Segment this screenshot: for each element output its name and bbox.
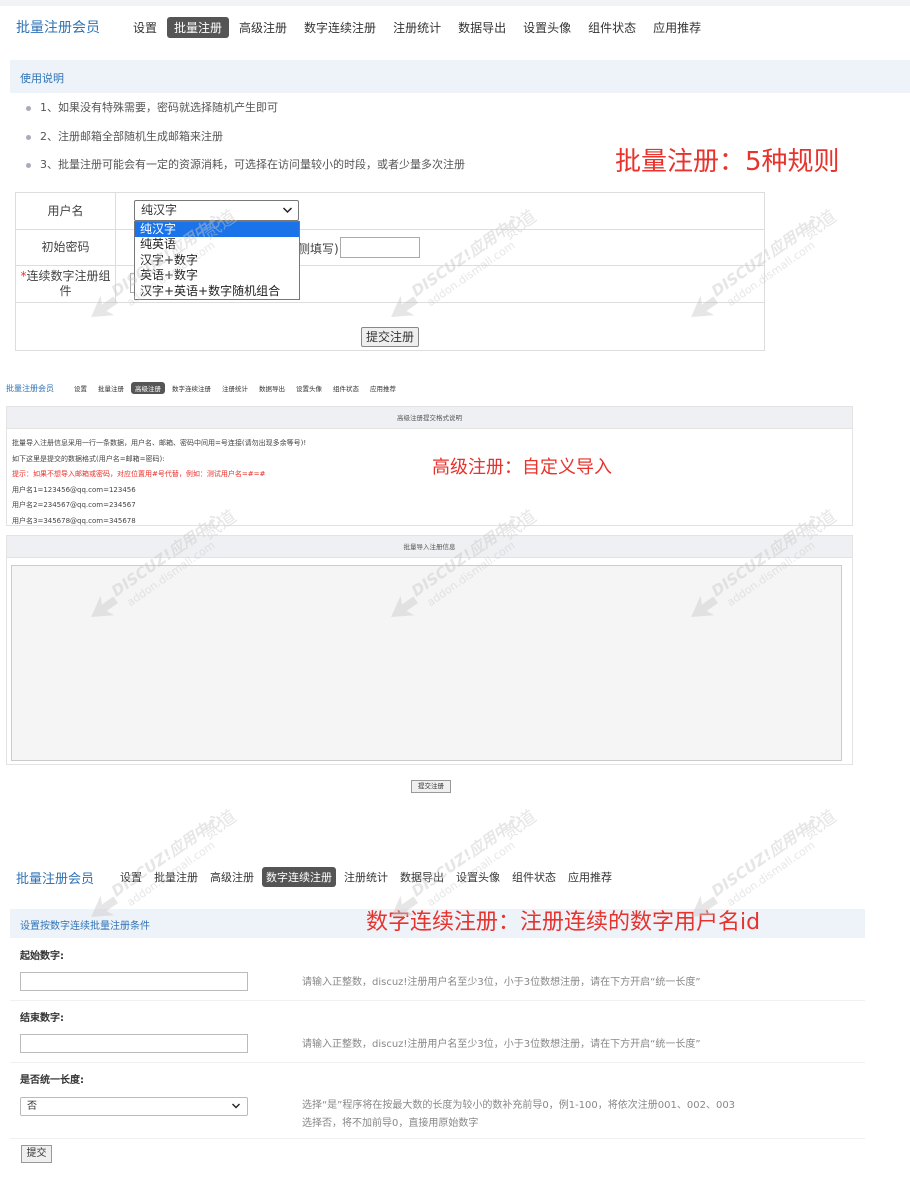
format-panel-title: 高级注册提交格式说明 — [7, 407, 852, 429]
svg-text:addon.dismall.com: addon.dismall.com — [725, 839, 818, 909]
format-line: 如下这里是提交的数据格式(用户名=邮箱=密码): — [12, 454, 165, 463]
sequence-label: *连续数字注册组件 — [16, 266, 116, 302]
tab-batch-register[interactable]: 批量注册 — [150, 867, 202, 887]
option-pure-chinese[interactable]: 纯汉字 — [135, 222, 299, 238]
end-number-label: 结束数字: — [20, 1013, 64, 1024]
sequence-label-text: 连续数字注册组件 — [26, 269, 111, 298]
watermark-logo: DISCUZ!应用中心 addon.dismall.com 贰道 — [60, 800, 250, 920]
divider — [10, 1062, 865, 1063]
nav-bar: 批量注册会员 设置 批量注册 高级注册 数字连续注册 注册统计 数据导出 设置头… — [16, 15, 711, 39]
svg-text:贰道: 贰道 — [799, 806, 841, 844]
watermark-logo: DISCUZ!应用中心 addon.dismall.com 贰道 — [660, 800, 850, 920]
tab-settings[interactable]: 设置 — [116, 867, 146, 887]
tab-data-export[interactable]: 数据导出 — [396, 867, 448, 887]
tab-advanced-register[interactable]: 高级注册 — [232, 17, 294, 38]
example-line: 用户名1=123456@qq.com=123456 — [12, 485, 136, 494]
format-description: 批量导入注册信息采用一行一条数据，用户名、邮箱、密码中间用=号连接(请勿出现多余… — [12, 436, 306, 529]
caption-sequential: 数字连续注册：注册连续的数字用户名id — [366, 910, 761, 935]
sequence-row: *连续数字注册组件 — [16, 266, 764, 303]
username-type-select[interactable]: 纯汉字 — [134, 200, 299, 221]
tab-set-avatar[interactable]: 设置头像 — [452, 867, 504, 887]
option-chinese-digits[interactable]: 汉字+数字 — [135, 253, 299, 268]
tab-data-export[interactable]: 数据导出 — [255, 382, 289, 394]
password-label: 初始密码 — [16, 230, 116, 265]
tab-settings[interactable]: 设置 — [126, 17, 164, 38]
uniform-length-hint: 选择“是”程序将在按最大数的长度为较小的数补充前导0，例1-100，将依次注册0… — [302, 1100, 736, 1111]
svg-text:贰道: 贰道 — [199, 806, 241, 844]
tab-component-status[interactable]: 组件状态 — [508, 867, 560, 887]
submit-import-button[interactable]: 提交注册 — [411, 780, 451, 793]
tab-component-status[interactable]: 组件状态 — [329, 382, 363, 394]
top-strip — [0, 0, 910, 6]
tab-app-recommend[interactable]: 应用推荐 — [366, 382, 400, 394]
tab-advanced-register[interactable]: 高级注册 — [206, 867, 258, 887]
tab-component-status[interactable]: 组件状态 — [581, 17, 643, 38]
list-item: 1、如果没有特殊需要，密码就选择随机产生即可 — [26, 100, 465, 129]
usage-tips: 1、如果没有特殊需要，密码就选择随机产生即可 2、注册邮箱全部随机生成邮箱来注册… — [26, 100, 465, 186]
submit-button[interactable]: 提交 — [21, 1145, 52, 1163]
end-number-input[interactable] — [20, 1034, 248, 1053]
tab-set-avatar[interactable]: 设置头像 — [516, 17, 578, 38]
divider — [10, 1000, 865, 1001]
example-line: 用户名2=234567@qq.com=234567 — [12, 501, 136, 509]
uniform-length-hint-2: 选择否，将不加前导0，直接用原始数字 — [302, 1118, 479, 1129]
tab-register-stats[interactable]: 注册统计 — [340, 867, 392, 887]
caption-batch-rules: 批量注册：5种规则 — [615, 147, 840, 177]
tab-settings[interactable]: 设置 — [70, 382, 91, 394]
brand-title: 批量注册会员 — [6, 383, 54, 393]
tab-sequential-register[interactable]: 数字连续注册 — [168, 382, 215, 394]
nav-bar: 批量注册会员 设置 批量注册 高级注册 数字连续注册 注册统计 数据导出 设置头… — [16, 867, 620, 887]
password-hint: 侧填写) — [298, 242, 339, 256]
tab-advanced-register[interactable]: 高级注册 — [131, 382, 165, 394]
tab-app-recommend[interactable]: 应用推荐 — [564, 867, 616, 887]
list-item: 3、批量注册可能会有一定的资源消耗，可选择在访问量较小的时段，或者少量多次注册 — [26, 157, 465, 186]
svg-text:贰道: 贰道 — [499, 806, 541, 844]
caption-advanced-import: 高级注册：自定义导入 — [432, 457, 612, 478]
condition-title: 设置按数字连续批量注册条件 — [20, 921, 150, 932]
option-mixed-random[interactable]: 汉字+英语+数字随机组合 — [135, 284, 299, 299]
tab-set-avatar[interactable]: 设置头像 — [292, 382, 326, 394]
username-row: 用户名 — [16, 193, 764, 230]
import-panel-title: 批量导入注册信息 — [7, 536, 852, 558]
submit-register-button[interactable]: 提交注册 — [361, 327, 419, 347]
tab-sequential-register[interactable]: 数字连续注册 — [297, 17, 383, 38]
import-textarea[interactable] — [11, 565, 842, 761]
svg-text:贰道: 贰道 — [799, 206, 841, 244]
tab-batch-register[interactable]: 批量注册 — [167, 16, 230, 38]
brand-title: 批量注册会员 — [16, 20, 100, 36]
password-input[interactable] — [340, 237, 420, 258]
divider — [10, 1138, 865, 1139]
end-number-hint: 请输入正整数，discuz!注册用户名至少3位，小于3位数想注册，请在下方开启“… — [302, 1039, 701, 1050]
start-number-label: 起始数字: — [20, 951, 64, 962]
tab-app-recommend[interactable]: 应用推荐 — [646, 17, 708, 38]
tab-batch-register[interactable]: 批量注册 — [94, 382, 128, 394]
uniform-length-value: 否 — [27, 1101, 37, 1112]
example-line: 用户名3=345678@qq.com=345678 — [12, 516, 136, 525]
chevron-down-icon — [231, 1098, 241, 1121]
list-item: 2、注册邮箱全部随机生成邮箱来注册 — [26, 129, 465, 158]
username-type-value: 纯汉字 — [141, 203, 178, 217]
option-pure-english[interactable]: 纯英语 — [135, 237, 299, 252]
start-number-input[interactable] — [20, 972, 248, 991]
brand-title: 批量注册会员 — [16, 871, 95, 887]
uniform-length-select[interactable]: 否 — [20, 1097, 248, 1116]
tab-register-stats[interactable]: 注册统计 — [386, 17, 448, 38]
tab-register-stats[interactable]: 注册统计 — [218, 382, 252, 394]
watermark-logo: DISCUZ!应用中心 addon.dismall.com 贰道 — [360, 800, 550, 920]
start-number-hint: 请输入正整数，discuz!注册用户名至少3位，小于3位数想注册，请在下方开启“… — [302, 977, 701, 988]
tab-data-export[interactable]: 数据导出 — [451, 17, 513, 38]
nav-bar: 批量注册会员 设置 批量注册 高级注册 数字连续注册 注册统计 数据导出 设置头… — [6, 381, 403, 395]
username-type-options: 纯汉字 纯英语 汉字+数字 英语+数字 汉字+英语+数字随机组合 — [134, 221, 300, 300]
format-tip: 提示：如果不想导入邮箱或密码，对应位置用#号代替，例如：测试用户名=#=# — [12, 470, 266, 478]
format-line: 批量导入注册信息采用一行一条数据，用户名、邮箱、密码中间用=号连接(请勿出现多余… — [12, 439, 307, 447]
tab-sequential-register[interactable]: 数字连续注册 — [262, 867, 337, 887]
username-label: 用户名 — [16, 193, 116, 229]
svg-text:DISCUZ!应用中心: DISCUZ!应用中心 — [708, 810, 825, 900]
usage-notice-title: 使用说明 — [20, 72, 64, 85]
uniform-length-label: 是否统一长度: — [20, 1075, 84, 1086]
usage-notice-header: 使用说明 — [10, 60, 910, 93]
option-english-digits[interactable]: 英语+数字 — [135, 268, 299, 283]
